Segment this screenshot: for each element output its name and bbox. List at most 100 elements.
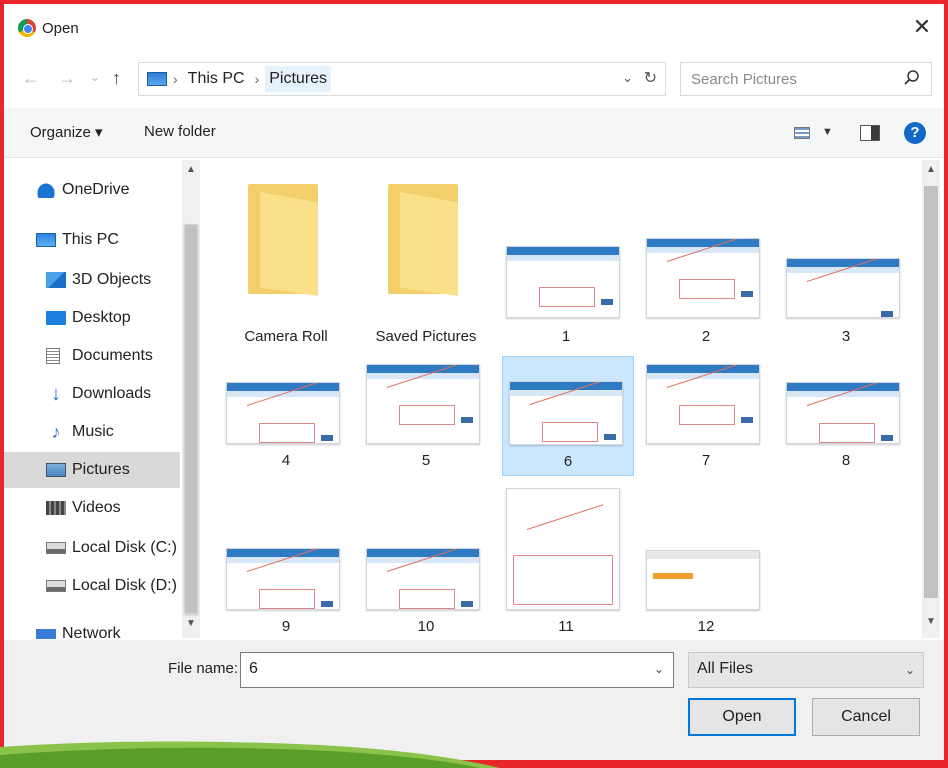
file-label: 5 (421, 452, 431, 469)
file-name-input[interactable]: 6 (240, 652, 674, 688)
image-thumbnail (786, 382, 900, 444)
search-placeholder: Search Pictures (691, 70, 797, 88)
new-folder-button[interactable]: New folder (144, 123, 216, 140)
window-title: Open (42, 19, 79, 37)
image-tile[interactable]: 3 (780, 230, 912, 350)
sidebar-item-label: 3D Objects (72, 271, 152, 288)
image-tile[interactable]: 5 (360, 356, 492, 476)
image-tile[interactable]: 12 (640, 516, 772, 636)
recent-locations-button[interactable]: ⌄ (90, 70, 100, 84)
download-icon: ↓ (51, 383, 61, 405)
breadcrumb-this-pc[interactable]: This PC (184, 66, 249, 92)
view-dropdown-icon[interactable]: ▼ (822, 126, 833, 138)
file-label: 8 (841, 452, 851, 469)
breadcrumb-pictures[interactable]: Pictures (265, 66, 332, 92)
image-thumbnail (506, 246, 620, 318)
file-label: Camera Roll (244, 328, 328, 345)
folder-tile[interactable]: Saved Pictures (360, 180, 492, 350)
image-thumbnail (646, 364, 760, 444)
sidebar-item-label: Desktop (72, 309, 131, 326)
search-input[interactable]: Search Pictures (680, 62, 932, 96)
navigation-pane: OneDrive This PC 3D Objects Desktop Docu… (4, 160, 200, 642)
file-label: Saved Pictures (375, 328, 477, 345)
close-button[interactable]: ✕ (910, 16, 934, 38)
image-tile[interactable]: 11 (500, 486, 632, 636)
pictures-location-icon (147, 72, 167, 86)
sidebar-item-onedrive[interactable]: OneDrive (4, 172, 180, 208)
sidebar-item-label: Music (72, 423, 114, 440)
open-button[interactable]: Open (688, 698, 796, 736)
help-icon[interactable]: ? (904, 122, 926, 144)
image-tile[interactable]: 4 (220, 356, 352, 476)
file-type-select[interactable]: All Files ⌄ (688, 652, 924, 688)
folder-icon (388, 184, 458, 296)
sidebar-item-pictures[interactable]: Pictures (4, 452, 180, 488)
sidebar-item-local-disk-d[interactable]: Local Disk (D:) (4, 568, 180, 604)
image-tile[interactable]: 9 (220, 516, 352, 636)
desktop-icon (46, 311, 66, 325)
back-button[interactable]: ← (22, 68, 40, 89)
folder-tile[interactable]: Camera Roll (220, 180, 352, 350)
image-tile[interactable]: 10 (360, 516, 492, 636)
folder-icon (248, 184, 318, 296)
scroll-up-icon[interactable]: ▲ (926, 164, 936, 175)
image-thumbnail (506, 488, 620, 610)
scroll-down-icon[interactable]: ▼ (186, 618, 196, 629)
sidebar-item-videos[interactable]: Videos (4, 490, 180, 526)
file-list-scrollbar[interactable]: ▲ ▼ (922, 160, 940, 638)
image-thumbnail (366, 364, 480, 444)
sidebar-item-this-pc[interactable]: This PC (4, 222, 180, 258)
disk-icon (46, 580, 66, 592)
sidebar-item-label: Downloads (72, 385, 152, 402)
image-tile[interactable]: 8 (780, 356, 912, 476)
file-label: 3 (841, 328, 851, 345)
refresh-icon[interactable]: ↻ (644, 68, 657, 88)
file-label: 1 (561, 328, 571, 345)
sidebar-item-downloads[interactable]: ↓ Downloads (4, 376, 180, 412)
up-button[interactable]: ↑ (112, 68, 121, 89)
sidebar-item-label: Local Disk (D:) (72, 577, 177, 594)
cancel-button[interactable]: Cancel (812, 698, 920, 736)
image-thumbnail (646, 550, 760, 610)
file-label: 10 (417, 618, 435, 635)
image-thumbnail (509, 381, 623, 445)
image-thumbnail (366, 548, 480, 610)
organize-button[interactable]: Organize ▾ (30, 123, 103, 141)
file-list: Camera Roll Saved Pictures 1 2 3 4 5 6 7… (200, 160, 922, 638)
sidebar-item-documents[interactable]: Documents (4, 338, 180, 374)
disk-icon (46, 542, 66, 554)
file-label: 6 (563, 453, 573, 470)
command-toolbar: Organize ▾ New folder ▼ ? (4, 108, 944, 158)
chrome-icon (18, 19, 36, 37)
sidebar-item-music[interactable]: ♪ Music (4, 414, 180, 450)
view-options-icon[interactable] (794, 127, 810, 139)
image-tile[interactable]: 1 (500, 230, 632, 350)
file-name-label: File name: (168, 660, 239, 677)
sidebar-item-label: Pictures (72, 461, 130, 478)
scroll-down-icon[interactable]: ▼ (926, 616, 936, 627)
sidebar-item-desktop[interactable]: Desktop (4, 300, 180, 336)
image-tile[interactable]: 2 (640, 230, 772, 350)
image-tile-selected[interactable]: 6 (502, 356, 634, 476)
sidebar-scrollbar[interactable]: ▲ ▼ (182, 160, 200, 638)
sidebar-item-3d-objects[interactable]: 3D Objects (4, 262, 180, 298)
scrollbar-thumb[interactable] (184, 224, 198, 614)
preview-pane-icon[interactable] (860, 125, 880, 141)
address-bar[interactable]: › This PC › Pictures ⌄ ↻ (138, 62, 666, 96)
forward-button[interactable]: → (58, 68, 76, 89)
sidebar-item-label: OneDrive (62, 181, 130, 198)
chevron-down-icon: ⌄ (904, 663, 915, 677)
image-tile[interactable]: 7 (640, 356, 772, 476)
breadcrumb-separator: › (173, 71, 178, 87)
address-dropdown-icon[interactable]: ⌄ (622, 70, 633, 86)
document-icon (46, 348, 60, 364)
sidebar-item-label: Videos (72, 499, 121, 516)
sidebar-item-local-disk-c[interactable]: Local Disk (C:) (4, 530, 180, 566)
scroll-up-icon[interactable]: ▲ (186, 164, 196, 175)
sidebar-item-label: Local Disk (C:) (72, 539, 177, 556)
scrollbar-thumb[interactable] (924, 186, 938, 598)
file-name-dropdown-icon[interactable]: ⌄ (654, 662, 664, 676)
sidebar-item-label: Documents (72, 347, 153, 364)
computer-icon (36, 233, 56, 247)
cube-icon (46, 272, 66, 288)
